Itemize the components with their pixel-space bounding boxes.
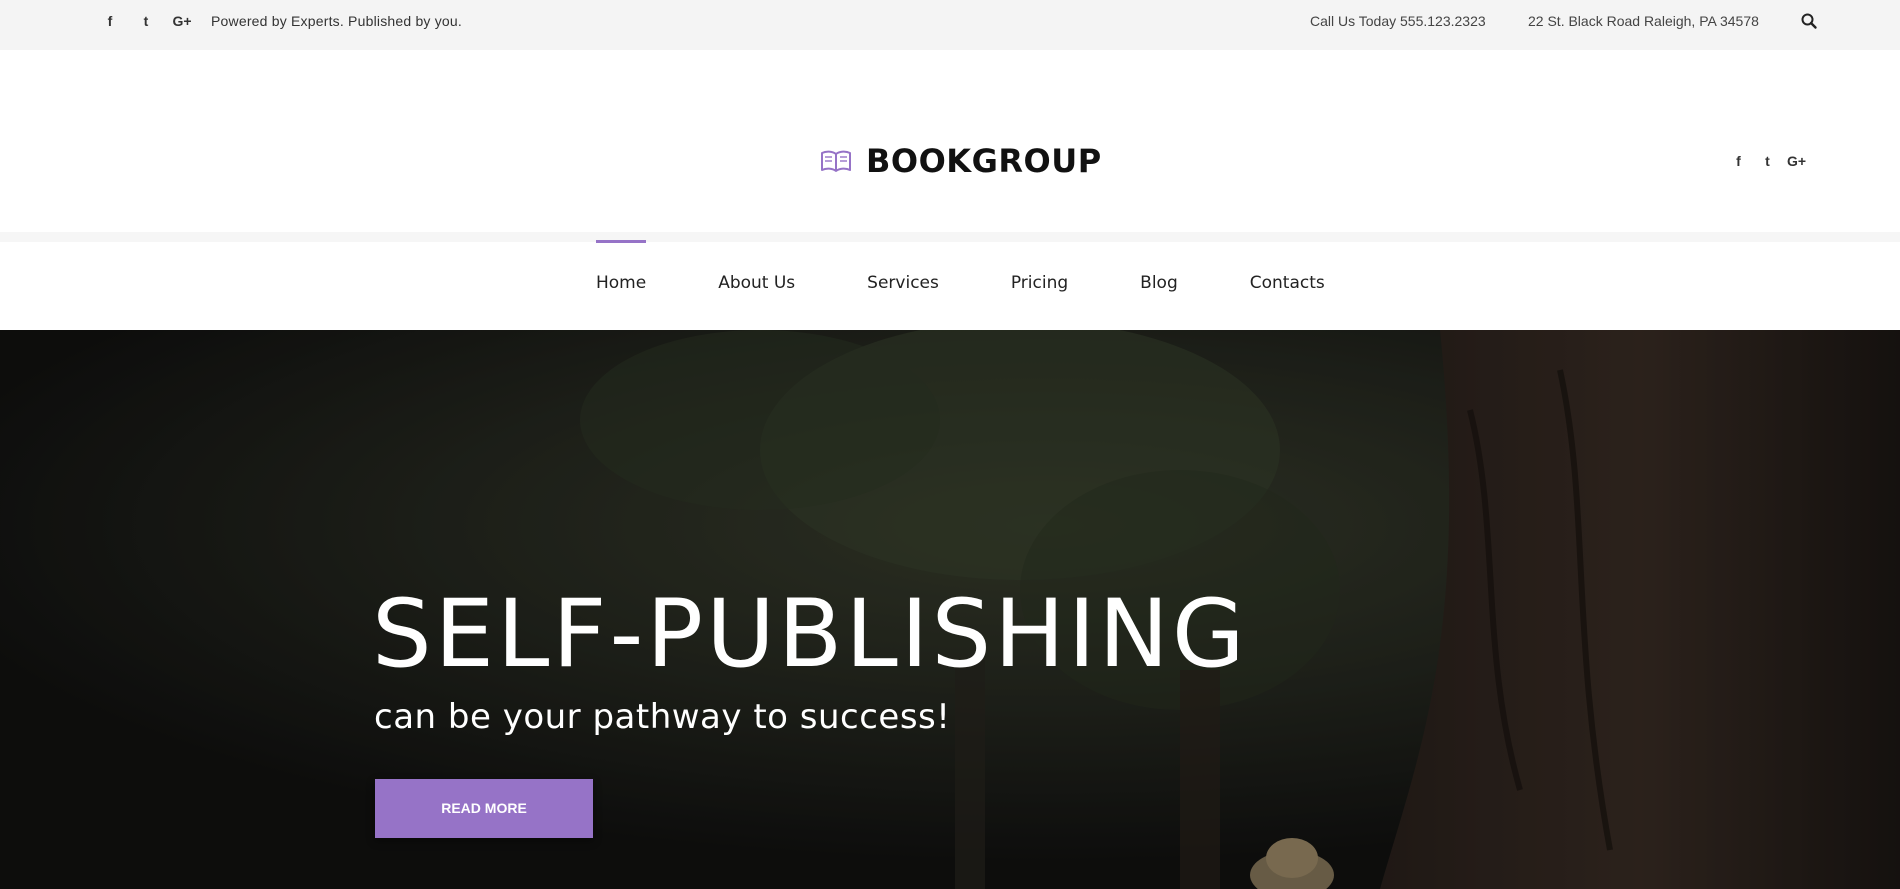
facebook-icon[interactable]: f: [1724, 153, 1753, 169]
twitter-icon[interactable]: t: [128, 13, 164, 29]
address-info: 22 St. Black Road Raleigh, PA 34578: [1528, 13, 1759, 29]
read-more-button[interactable]: READ MORE: [375, 779, 593, 838]
book-icon: [821, 150, 851, 172]
phone-info: Call Us Today 555.123.2323: [1310, 13, 1486, 29]
brand-name: BOOKGROUP: [866, 142, 1102, 180]
nav-item-blog[interactable]: Blog: [1140, 242, 1178, 330]
google-plus-icon[interactable]: G+: [164, 13, 200, 29]
top-bar: f t G+ Powered by Experts. Published by …: [0, 0, 1900, 50]
search-icon[interactable]: [1800, 12, 1818, 30]
brand-logo[interactable]: BOOKGROUP: [820, 142, 1102, 180]
header-social-links: f t G+: [1724, 153, 1811, 169]
hero-subtitle: can be your pathway to success!: [374, 697, 951, 737]
hero-title: SELF-PUBLISHING: [372, 580, 1248, 689]
top-social-links: f t G+: [92, 0, 200, 42]
nav-item-services[interactable]: Services: [867, 242, 939, 330]
nav-item-pricing[interactable]: Pricing: [1011, 242, 1068, 330]
site-header: BOOKGROUP f t G+: [0, 50, 1900, 232]
tagline: Powered by Experts. Published by you.: [211, 13, 462, 29]
nav-item-home[interactable]: Home: [596, 240, 647, 330]
main-nav: Home About Us Services Pricing Blog Cont…: [0, 232, 1900, 330]
hero-banner: SELF-PUBLISHING can be your pathway to s…: [0, 330, 1900, 889]
google-plus-icon[interactable]: G+: [1782, 153, 1811, 169]
twitter-icon[interactable]: t: [1753, 153, 1782, 169]
nav-item-about-us[interactable]: About Us: [718, 242, 795, 330]
nav-item-contacts[interactable]: Contacts: [1250, 242, 1325, 330]
facebook-icon[interactable]: f: [92, 13, 128, 29]
